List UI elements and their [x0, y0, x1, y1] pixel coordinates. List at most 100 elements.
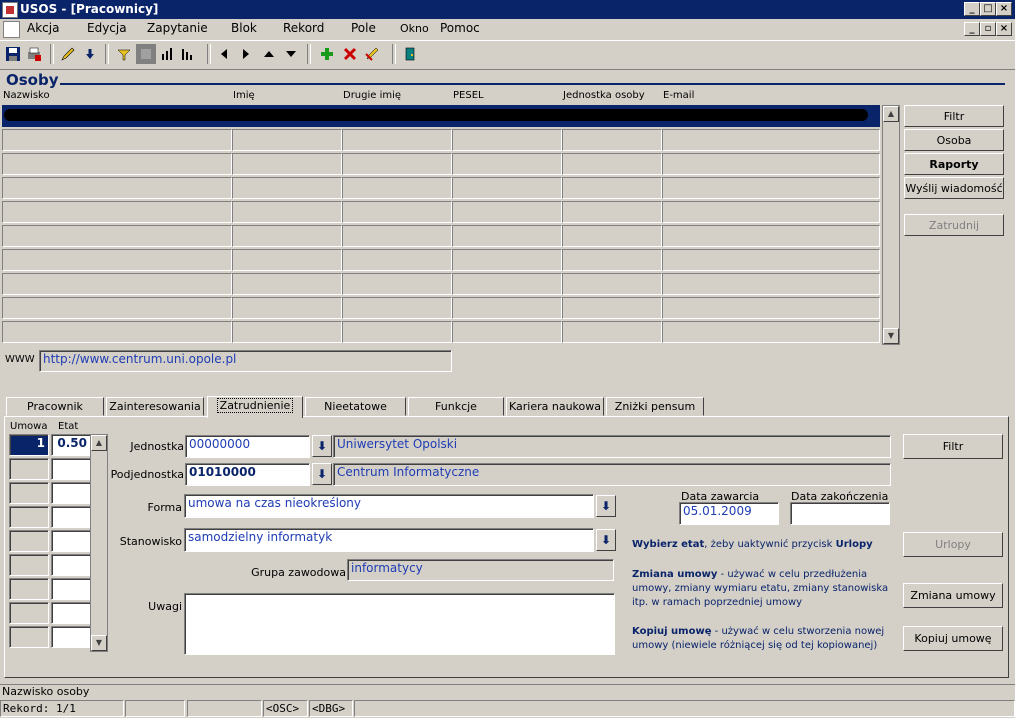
table-cell[interactable] — [662, 273, 880, 295]
next-record-icon[interactable] — [281, 44, 301, 64]
table-cell[interactable] — [452, 249, 562, 271]
etat-row[interactable] — [51, 506, 91, 528]
menu-pomoc[interactable]: Pomoc — [440, 21, 480, 35]
table-cell[interactable] — [2, 177, 232, 199]
umowa-row[interactable] — [9, 530, 49, 552]
table-cell[interactable] — [452, 273, 562, 295]
table-cell[interactable] — [662, 225, 880, 247]
umowa-scrollbar[interactable]: ▲ ▼ — [90, 434, 108, 652]
umowa-row[interactable] — [9, 506, 49, 528]
etat-row[interactable] — [51, 578, 91, 600]
menu-okno[interactable]: Okno — [400, 22, 429, 35]
table-cell[interactable] — [562, 321, 662, 343]
zmiana-umowy-button[interactable]: Zmiana umowy — [903, 583, 1003, 608]
umowa-row[interactable] — [9, 626, 49, 648]
table-cell[interactable] — [562, 297, 662, 319]
raporty-button[interactable]: Raporty — [904, 153, 1004, 175]
table-cell[interactable] — [662, 177, 880, 199]
insert-record-icon[interactable] — [317, 44, 337, 64]
next-block-icon[interactable] — [236, 44, 256, 64]
menu-zapytanie[interactable]: Zapytanie — [147, 21, 208, 35]
previous-block-icon[interactable] — [214, 44, 234, 64]
etat-row[interactable] — [51, 482, 91, 504]
table-cell[interactable] — [232, 177, 342, 199]
panel-filtr-button[interactable]: Filtr — [903, 434, 1003, 459]
table-cell[interactable] — [452, 129, 562, 151]
menu-edycja[interactable]: Edycja — [87, 21, 127, 35]
table-cell[interactable] — [2, 153, 232, 175]
forma-field[interactable]: umowa na czas nieokreślony — [184, 494, 594, 518]
umowa-row[interactable] — [9, 554, 49, 576]
tab-pracownik[interactable]: Pracownik — [6, 397, 104, 416]
umowa-number-field[interactable]: 1 — [9, 434, 49, 456]
table-cell[interactable] — [342, 249, 452, 271]
table-cell[interactable] — [342, 129, 452, 151]
doc-icon[interactable] — [3, 21, 20, 38]
minimize-button[interactable]: _ — [964, 2, 980, 16]
grupa-zawodowa-field[interactable]: informatycy — [347, 559, 614, 581]
scroll-down-icon[interactable]: ▼ — [91, 635, 107, 651]
table-cell[interactable] — [452, 177, 562, 199]
tab-kariera-naukowa[interactable]: Kariera naukowa — [506, 397, 604, 416]
urlopy-button[interactable]: Urlopy — [903, 532, 1003, 557]
table-cell[interactable] — [452, 201, 562, 223]
tab-zatrudnienie[interactable]: Zatrudnienie — [207, 396, 303, 418]
podjednostka-lov-icon[interactable]: ⬇ — [312, 463, 332, 485]
table-cell[interactable] — [2, 273, 232, 295]
tab-zainteresowania[interactable]: Zainteresowania — [106, 397, 204, 416]
table-cell[interactable] — [562, 129, 662, 151]
menu-rekord[interactable]: Rekord — [283, 21, 324, 35]
tab-nieetatowe[interactable]: Nieetatowe — [305, 397, 406, 416]
clear-record-icon[interactable] — [362, 44, 382, 64]
zatrudnij-button[interactable]: Zatrudnij — [904, 214, 1004, 236]
table-cell[interactable] — [342, 153, 452, 175]
save-icon[interactable] — [3, 44, 23, 64]
stanowisko-field[interactable]: samodzielny informatyk — [184, 528, 594, 552]
edit-pencil-icon[interactable] — [58, 44, 78, 64]
table-cell[interactable] — [662, 201, 880, 223]
podjednostka-code-field[interactable]: 01010000 — [185, 463, 310, 486]
table-cell[interactable] — [2, 129, 232, 151]
table-cell[interactable] — [2, 321, 232, 343]
umowa-row[interactable] — [9, 602, 49, 624]
etat-row[interactable] — [51, 554, 91, 576]
table-cell[interactable] — [452, 153, 562, 175]
table-cell[interactable] — [232, 201, 342, 223]
www-field[interactable]: http://www.centrum.uni.opole.pl — [39, 350, 452, 372]
table-cell[interactable] — [562, 225, 662, 247]
scroll-up-icon[interactable]: ▲ — [91, 435, 107, 451]
close-button[interactable]: × — [996, 2, 1012, 16]
umowa-row[interactable] — [9, 482, 49, 504]
mdi-minimize-button[interactable]: _ — [964, 22, 980, 36]
stanowisko-lov-icon[interactable]: ⬇ — [596, 529, 616, 551]
wyslij-wiadomosc-button[interactable]: Wyślij wiadomość — [904, 177, 1004, 199]
table-cell[interactable] — [232, 225, 342, 247]
table-scrollbar[interactable]: ▲ ▼ — [882, 105, 900, 345]
filtr-button[interactable]: Filtr — [904, 105, 1004, 127]
umowa-row[interactable] — [9, 578, 49, 600]
table-cell[interactable] — [562, 273, 662, 295]
table-cell[interactable] — [562, 249, 662, 271]
table-cell[interactable] — [232, 321, 342, 343]
jednostka-lov-icon[interactable]: ⬇ — [312, 435, 332, 457]
exit-icon[interactable] — [400, 44, 420, 64]
podjednostka-name-field[interactable]: Centrum Informatyczne — [333, 463, 891, 486]
menu-blok[interactable]: Blok — [231, 21, 257, 35]
table-cell[interactable] — [662, 321, 880, 343]
table-cell[interactable] — [342, 297, 452, 319]
table-cell[interactable] — [662, 297, 880, 319]
scroll-up-icon[interactable]: ▲ — [883, 106, 899, 122]
menu-akcja[interactable]: Akcja — [27, 21, 59, 35]
arrow-down-icon[interactable] — [80, 44, 100, 64]
table-cell[interactable] — [452, 297, 562, 319]
table-cell[interactable] — [232, 153, 342, 175]
table-cell[interactable] — [342, 273, 452, 295]
table-cell[interactable] — [2, 297, 232, 319]
execute-query-icon[interactable] — [136, 44, 156, 64]
table-cell[interactable] — [562, 153, 662, 175]
table-cell[interactable] — [562, 177, 662, 199]
table-cell[interactable] — [452, 225, 562, 247]
etat-row[interactable] — [51, 626, 91, 648]
maximize-button[interactable]: □ — [980, 2, 996, 16]
table-cell[interactable] — [662, 249, 880, 271]
